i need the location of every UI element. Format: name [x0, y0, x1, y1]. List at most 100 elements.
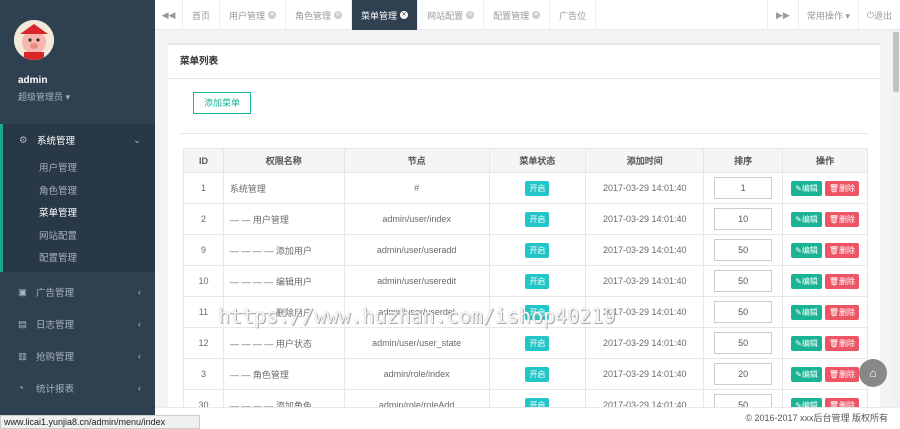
avatar[interactable] [14, 20, 54, 60]
edit-button[interactable]: ✎编辑 [791, 211, 822, 227]
tab-config[interactable]: 配置管理 ✕ [484, 0, 551, 30]
delete-button[interactable]: 🗑删除 [824, 242, 859, 258]
delete-button[interactable]: 🗑删除 [824, 304, 859, 320]
sidebar-item-menu[interactable]: 菜单管理 [3, 201, 155, 224]
sidebar-item-role[interactable]: 角色管理 [3, 179, 155, 202]
tab-users[interactable]: 用户管理 ✕ [220, 0, 287, 30]
close-icon[interactable]: ✕ [400, 11, 409, 19]
close-icon[interactable]: ✕ [268, 11, 277, 19]
edit-icon: ✎ [795, 245, 802, 255]
edit-button[interactable]: ✎编辑 [791, 242, 822, 258]
sort-input[interactable]: 50 [714, 332, 773, 354]
book-icon: ▥ [18, 350, 27, 362]
sort-input[interactable]: 20 [714, 363, 773, 385]
sidebar-item-flash-sale[interactable]: ▥ 抢购管理 ‹ [0, 340, 155, 372]
tab-ad-slot[interactable]: 广告位 [550, 0, 597, 30]
close-icon[interactable]: ✕ [466, 11, 475, 19]
sidebar-item-label: 日志管理 [36, 320, 75, 331]
logout-button[interactable]: ⏻ 退出 [857, 0, 900, 30]
chevron-left-icon: ‹ [137, 318, 141, 330]
status-badge[interactable]: 开启 [525, 242, 550, 258]
edit-label: 编辑 [801, 214, 818, 224]
delete-button[interactable]: 🗑删除 [824, 180, 859, 196]
delete-button[interactable]: 🗑删除 [824, 335, 859, 351]
sidebar-item-label: 抢购管理 [36, 352, 75, 363]
table-row: 11— — — — 删除用户 admin/user/userdel 开启 2017-0… [183, 296, 868, 328]
col-status: 菜单状态 [488, 148, 587, 173]
sidebar-group-system-header[interactable]: ⚙ 系统管理 ⌄ [3, 124, 155, 156]
sidebar-item-logs[interactable]: ▤ 日志管理 ‹ [0, 308, 155, 340]
status-badge[interactable]: 开启 [525, 366, 550, 382]
trash-icon: 🗑 [828, 276, 839, 286]
delete-button[interactable]: 🗑删除 [824, 366, 859, 382]
cell-actions: ✎编辑 🗑删除 [782, 172, 868, 204]
edit-button[interactable]: ✎编辑 [791, 180, 822, 196]
sidebar-item-config[interactable]: 配置管理 [3, 246, 155, 269]
cell-actions: ✎编辑 🗑删除 [782, 234, 868, 266]
home-fab-button[interactable]: ⌂ [859, 359, 887, 387]
tabs-scroll-right-button[interactable]: ▶▶ [766, 0, 798, 30]
cell-time: 2017-03-29 14:01:40 [585, 234, 705, 266]
sidebar-item-ads[interactable]: ▣ 广告管理 ‹ [0, 276, 155, 308]
sidebar-item-stats[interactable]: ◔ 统计报表 ‹ [0, 372, 155, 404]
col-time: 添加时间 [585, 148, 705, 173]
cell-id: 1 [183, 172, 224, 204]
cell-id: 9 [183, 234, 224, 266]
cell-sort: 50 [703, 389, 784, 407]
col-node: 节点 [343, 148, 490, 173]
cell-name: — — — — 添加用户 [222, 234, 345, 266]
sidebar-item-user[interactable]: 用户管理 [3, 156, 155, 179]
logout-icon: ⏻ [866, 9, 874, 20]
tab-site-config[interactable]: 网站配置 ✕ [418, 0, 485, 30]
status-badge[interactable]: 开启 [525, 211, 550, 227]
cell-name: — — 角色管理 [222, 358, 345, 390]
status-badge[interactable]: 开启 [525, 397, 550, 407]
sort-input[interactable]: 50 [714, 239, 773, 261]
scrollbar-thumb[interactable] [893, 32, 899, 92]
tab-label: 配置管理 [493, 10, 530, 21]
close-icon[interactable]: ✕ [532, 11, 541, 19]
edit-button[interactable]: ✎编辑 [791, 397, 822, 407]
tab-roles[interactable]: 角色管理 ✕ [286, 0, 353, 30]
status-badge[interactable]: 开启 [525, 304, 550, 320]
common-ops-dropdown[interactable]: 常用操作 ▾ [797, 0, 858, 30]
profile-role-dropdown[interactable]: 超级管理员 ▾ [18, 90, 70, 103]
delete-button[interactable]: 🗑删除 [824, 211, 859, 227]
add-menu-button[interactable]: 添加菜单 [193, 92, 251, 114]
delete-label: 删除 [838, 338, 855, 348]
cell-status: 开启 [488, 389, 587, 407]
table-row: 2— — 用户管理 admin/user/index 开启 2017-03-29 14… [183, 203, 868, 235]
close-icon[interactable]: ✕ [334, 11, 343, 19]
sort-input[interactable]: 1 [714, 177, 773, 199]
cell-name: 系统管理 [222, 172, 345, 204]
sort-input[interactable]: 50 [714, 301, 773, 323]
cell-time: 2017-03-29 14:01:40 [585, 203, 705, 235]
edit-button[interactable]: ✎编辑 [791, 366, 822, 382]
edit-button[interactable]: ✎编辑 [791, 273, 822, 289]
tab-home[interactable]: 首页 [183, 0, 221, 30]
image-icon: ▣ [18, 286, 27, 298]
delete-label: 删除 [838, 369, 855, 379]
table-row: 1 系统管理 # 开启 2017-03-29 14:01:40 1 ✎编辑 🗑删除 [183, 172, 868, 204]
tabs-scroll-left-button[interactable]: ◀◀ [155, 0, 183, 30]
col-name: 权限名称 [222, 148, 345, 173]
status-badge[interactable]: 开启 [525, 273, 550, 289]
delete-button[interactable]: 🗑删除 [824, 273, 859, 289]
status-badge[interactable]: 开启 [525, 335, 550, 351]
tab-menu[interactable]: 菜单管理 ✕ [352, 0, 419, 30]
edit-button[interactable]: ✎编辑 [791, 335, 822, 351]
sort-input[interactable]: 10 [714, 208, 773, 230]
edit-label: 编辑 [801, 245, 818, 255]
vertical-scrollbar[interactable] [892, 30, 900, 407]
sort-input[interactable]: 50 [714, 270, 773, 292]
browser-status-url: www.licai1.yunjia8.cn/admin/menu/index [0, 415, 200, 429]
status-badge[interactable]: 开启 [525, 180, 550, 196]
edit-button[interactable]: ✎编辑 [791, 304, 822, 320]
delete-button[interactable]: 🗑删除 [824, 397, 859, 407]
cell-name: — — — — 删除用户 [222, 296, 345, 328]
sidebar-item-site-config[interactable]: 网站配置 [3, 224, 155, 247]
sort-input[interactable]: 50 [714, 394, 773, 407]
cell-status: 开启 [488, 296, 587, 328]
col-id: ID [183, 148, 224, 173]
chevron-left-icon: ‹ [137, 286, 141, 298]
